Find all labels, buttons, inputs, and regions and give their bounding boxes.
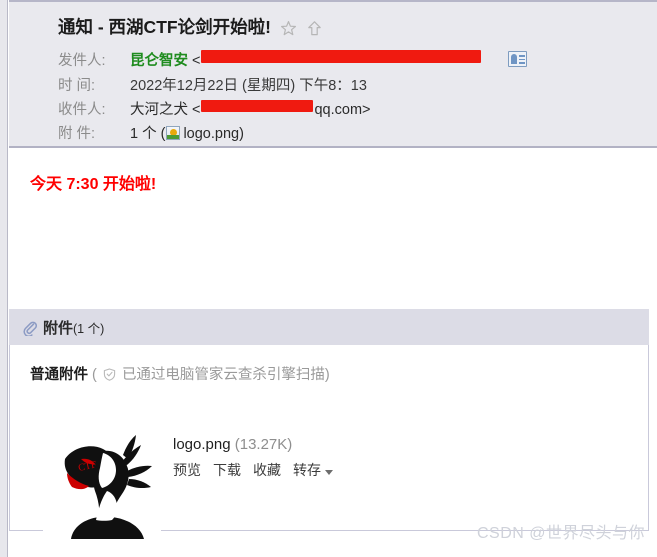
star-icon[interactable]	[280, 20, 297, 37]
sender-address-open: <	[192, 53, 201, 69]
recipient-address-open: <	[192, 102, 201, 118]
mail-header: 通知 - 西湖CTF论剑开始啦! 发件人: 昆仑智安 < 时 间: 2022年1…	[9, 0, 657, 148]
attachment-panel-count: (1 个)	[73, 321, 105, 336]
arrow-up-icon[interactable]	[306, 20, 323, 37]
mail-reading-pane: 通知 - 西湖CTF论剑开始啦! 发件人: 昆仑智安 < 时 间: 2022年1…	[9, 0, 657, 557]
scan-note-open: (	[92, 367, 97, 383]
attachment-thumbnail[interactable]: CTF	[43, 431, 161, 549]
left-gutter	[0, 0, 8, 557]
mail-body: 今天 7:30 开始啦!	[9, 148, 657, 299]
attachment-filename-row: logo.png (13.27K)	[173, 436, 333, 453]
save-to-link[interactable]: 转存	[293, 460, 333, 480]
recipient-row: 收件人: 大河之犬 < qq.com>	[58, 98, 371, 119]
attachment-panel: 附件 (1 个) 普通附件 ( 已通过电脑管家云查杀引擎扫描) CTF logo…	[9, 309, 649, 549]
attachment-actions: 预览 下载 收藏 转存	[173, 460, 333, 480]
attachment-type-label: 普通附件	[30, 367, 88, 383]
subject-row: 通知 - 西湖CTF论剑开始啦!	[58, 14, 323, 39]
page-title: 通知 - 西湖CTF论剑开始啦!	[58, 17, 271, 37]
recipient-address-suffix: qq.com>	[314, 102, 371, 118]
attachment-filesize: (13.27K)	[234, 436, 293, 453]
attachment-type-row: 普通附件 ( 已通过电脑管家云查杀引擎扫描)	[30, 363, 330, 384]
mail-body-text: 今天 7:30 开始啦!	[30, 176, 157, 193]
save-to-label: 转存	[293, 462, 321, 478]
recipient-label: 收件人:	[58, 102, 106, 118]
recipient-address-redaction	[201, 100, 314, 112]
favorite-link[interactable]: 收藏	[253, 460, 281, 480]
attachment-filename-text: logo.png)	[183, 126, 244, 142]
sender-name[interactable]: 昆仑智安	[130, 49, 188, 70]
image-file-icon	[166, 126, 181, 140]
download-link[interactable]: 下载	[213, 460, 241, 480]
date-value: 2022年12月22日 (星期四) 下午8：13	[130, 78, 367, 94]
paperclip-icon	[23, 320, 37, 337]
attachment-panel-body: 普通附件 ( 已通过电脑管家云查杀引擎扫描) CTF logo.png (13.…	[9, 345, 649, 549]
watermark: CSDN @世界尽头与你	[476, 525, 645, 542]
attachment-info: logo.png (13.27K) 预览 下载 收藏 转存	[173, 436, 333, 480]
recipient-name[interactable]: 大河之犬	[130, 98, 188, 119]
scan-note-text: 已通过电脑管家云查杀引擎扫描)	[121, 367, 330, 383]
chevron-down-icon	[325, 469, 333, 475]
shield-check-icon	[103, 368, 116, 381]
attachment-panel-header: 附件 (1 个)	[9, 309, 649, 345]
sender-address-redaction	[201, 50, 482, 63]
date-label: 时 间:	[58, 78, 96, 94]
attachment-summary-row: 附 件: 1 个 ( logo.png)	[58, 122, 244, 143]
attachment-filename[interactable]: logo.png	[173, 436, 231, 453]
contact-card-icon[interactable]	[508, 51, 527, 67]
sender-label: 发件人:	[58, 53, 106, 69]
date-row: 时 间: 2022年12月22日 (星期四) 下午8：13	[58, 74, 367, 95]
attachment-count-text: 1 个 (	[130, 126, 166, 142]
preview-link[interactable]: 预览	[173, 460, 201, 480]
sender-row: 发件人: 昆仑智安 <	[58, 49, 482, 70]
attachment-panel-title: 附件	[43, 319, 74, 337]
attachment-label: 附 件:	[58, 126, 96, 142]
